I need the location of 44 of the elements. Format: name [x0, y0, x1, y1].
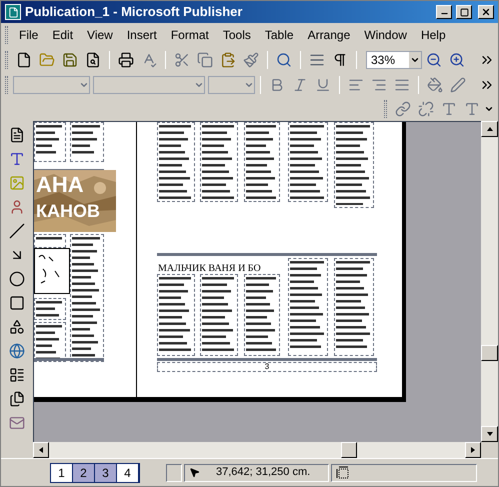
page-tab[interactable]: 2 [73, 464, 95, 482]
menu-item[interactable]: Help [414, 26, 453, 44]
zoom-field[interactable]: 33% [366, 50, 422, 68]
page-tab[interactable]: 1 [51, 464, 73, 482]
headline: МАЛЬЧИК ВАНЯ И БО [158, 262, 261, 276]
diagram-drawing [34, 248, 70, 294]
down-arrow-icon [486, 430, 494, 438]
caret-icon [484, 104, 494, 114]
banner-title: КАНОВ [36, 202, 100, 220]
scroll-up-button[interactable] [481, 121, 498, 137]
close-icon [481, 7, 491, 17]
up-arrow-icon [486, 125, 494, 133]
menu-item[interactable]: Format [164, 26, 216, 44]
text-lines-drawing [35, 299, 63, 317]
menu-item[interactable]: Table [258, 26, 301, 44]
app-icon [5, 4, 21, 20]
position-text: 37,642; 31,250 cm. [216, 465, 310, 480]
window-title: Publication_1 - Microsoft Publisher [25, 3, 244, 22]
menu-item[interactable]: Arrange [300, 26, 358, 44]
pointer-icon [189, 467, 200, 478]
left-arrow-icon [37, 446, 45, 454]
menu-item[interactable]: File [12, 26, 46, 44]
menu-item[interactable]: Tools [216, 26, 258, 44]
menu-item[interactable]: Edit [45, 26, 80, 44]
status-panel [166, 464, 182, 482]
menu-item[interactable]: Insert [120, 26, 164, 44]
minimize-button[interactable] [436, 5, 452, 19]
text-lines-drawing [35, 323, 63, 359]
page-tab[interactable]: 3 [95, 464, 117, 482]
scroll-left-button[interactable] [33, 442, 49, 458]
menu-item[interactable]: Window [357, 26, 414, 44]
scroll-thumb[interactable] [481, 345, 498, 361]
page-tab[interactable]: 4 [117, 464, 139, 482]
maximize-icon [460, 8, 468, 16]
size-icon [336, 466, 350, 480]
close-button[interactable] [478, 5, 494, 19]
scroll-down-button[interactable] [481, 426, 498, 442]
menu-item[interactable]: View [80, 26, 120, 44]
maximize-button[interactable] [456, 5, 472, 19]
right-arrow-icon [469, 446, 477, 454]
page-number: 3 [264, 363, 270, 371]
scroll-right-button[interactable] [465, 442, 481, 458]
banner-title: АНА [36, 174, 84, 196]
scroll-thumb[interactable] [341, 442, 357, 458]
